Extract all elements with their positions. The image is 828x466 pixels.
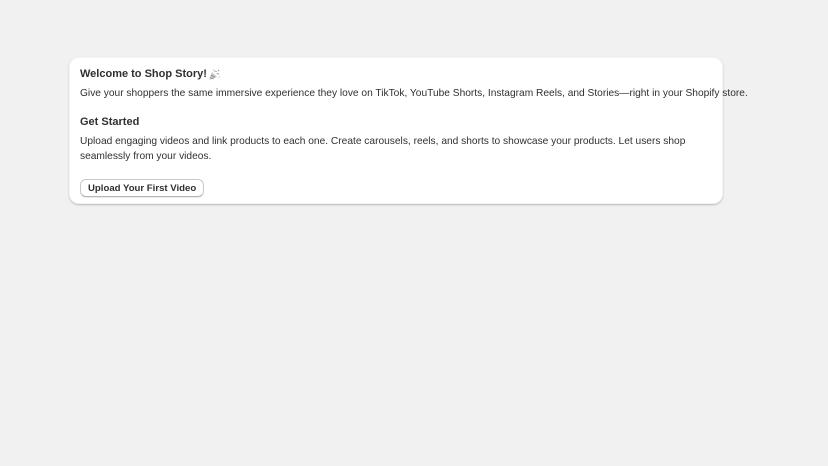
welcome-description: Give your shoppers the same immersive ex… [80,88,748,99]
upload-first-video-button[interactable]: Upload Your First Video [80,179,205,197]
get-started-text: Upload engaging videos and link products… [80,136,686,162]
welcome-card: Welcome to Shop Story! Give your shopper… [69,57,748,204]
party-popper-icon [208,68,220,80]
welcome-title: Welcome to Shop Story! [80,68,207,80]
page: Welcome to Shop Story! Give your shopper… [0,0,828,466]
get-started-heading: Get Started [80,116,140,128]
welcome-title-row: Welcome to Shop Story! [80,67,712,81]
